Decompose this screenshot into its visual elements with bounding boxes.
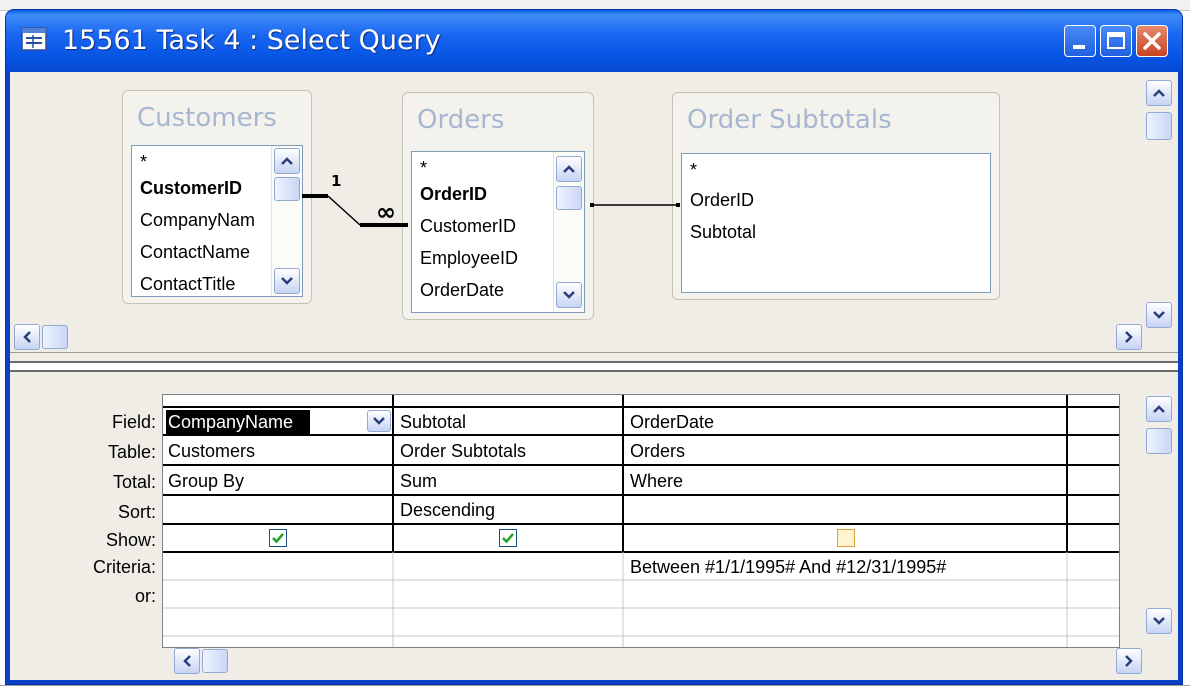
pane-splitter[interactable] — [10, 352, 1178, 377]
grid-cell-sort[interactable] — [163, 496, 391, 524]
chevron-down-icon — [373, 417, 385, 425]
table-box-customers[interactable]: Customers * CustomerID CompanyNam Contac… — [122, 90, 312, 304]
grid-cell-total[interactable]: Sum — [395, 467, 621, 495]
join-lines — [302, 194, 680, 227]
row-label-show: Show: — [105, 530, 156, 550]
scroll-thumb[interactable] — [1146, 112, 1172, 140]
query-design-grid[interactable]: CompanyName Customers Group By Subtotal … — [162, 394, 1120, 648]
scroll-left-button[interactable] — [174, 648, 200, 674]
check-icon — [272, 533, 284, 544]
scroll-up-button[interactable] — [1146, 80, 1172, 106]
scroll-right-button[interactable] — [1116, 324, 1142, 350]
minimize-button[interactable] — [1064, 25, 1096, 57]
scroll-thumb[interactable] — [202, 649, 228, 673]
query-client-area: Customers * CustomerID CompanyNam Contac… — [10, 72, 1178, 680]
design-grid-area: Field: Table: Total: Sort: Show: Criteri… — [10, 376, 1178, 680]
row-label-sort: Sort: — [117, 502, 156, 522]
field-list: * CustomerID CompanyNam ContactName Cont… — [131, 145, 303, 297]
show-checkbox[interactable] — [499, 529, 517, 547]
close-button[interactable] — [1136, 25, 1168, 57]
grid-cell-field[interactable]: CompanyName — [163, 408, 363, 436]
grid-cell-table[interactable]: Order Subtotals — [395, 437, 621, 465]
scroll-right-button[interactable] — [1116, 648, 1142, 674]
table-title: Orders — [417, 105, 505, 135]
grid-cell-sort[interactable]: Descending — [395, 496, 621, 524]
grid-cell-table[interactable]: Orders — [625, 437, 1065, 465]
chevron-down-icon — [563, 291, 575, 299]
grid-cell-criteria[interactable] — [395, 553, 621, 581]
maximize-icon — [1107, 32, 1125, 49]
chevron-down-icon — [1153, 617, 1165, 625]
chevron-down-icon — [281, 277, 293, 285]
scroll-down-button[interactable] — [1146, 302, 1172, 328]
grid-cell-criteria[interactable] — [163, 553, 391, 581]
grid-cell-total[interactable]: Group By — [163, 467, 391, 495]
field-item[interactable]: Subtotal — [682, 216, 990, 248]
row-label-total: Total: — [112, 472, 156, 492]
scroll-thumb[interactable] — [1146, 428, 1172, 454]
grid-cell-criteria[interactable]: Between #1/1/1995# And #12/31/1995# — [625, 553, 1065, 581]
chevron-up-icon — [1153, 89, 1165, 97]
table-design-pane: Customers * CustomerID CompanyNam Contac… — [10, 72, 1178, 352]
scroll-left-button[interactable] — [14, 324, 40, 350]
grid-vertical-scrollbar[interactable] — [1144, 394, 1174, 634]
title-bar[interactable]: 15561 Task 4 : Select Query — [6, 10, 1182, 72]
scroll-thumb[interactable] — [42, 325, 68, 349]
splitter-bar[interactable] — [10, 361, 1178, 372]
grid-cell-sort[interactable] — [625, 496, 1065, 524]
query-icon — [21, 27, 47, 51]
join-point — [590, 203, 594, 207]
vertical-scrollbar[interactable] — [271, 146, 302, 296]
minimize-icon — [1073, 45, 1085, 49]
scroll-down-button[interactable] — [274, 268, 300, 294]
row-label-field: Field: — [111, 412, 156, 432]
field-item[interactable]: OrderID — [682, 184, 990, 216]
chevron-left-icon — [23, 331, 31, 343]
maximize-button[interactable] — [1100, 25, 1132, 57]
chevron-right-icon — [1125, 655, 1133, 667]
chevron-right-icon — [1125, 331, 1133, 343]
grid-cell-total[interactable]: Where — [625, 467, 1065, 495]
grid-cell-field[interactable]: Subtotal — [395, 408, 621, 436]
check-icon — [502, 533, 514, 544]
row-label-criteria: Criteria: — [92, 557, 156, 577]
background-footer — [0, 685, 1190, 699]
close-icon — [1143, 32, 1161, 50]
scroll-thumb[interactable] — [274, 177, 300, 201]
chevron-left-icon — [183, 655, 191, 667]
relationship-one-label: 1 — [331, 172, 342, 190]
row-label-or: or: — [134, 586, 156, 606]
pane-vertical-scrollbar[interactable] — [1144, 80, 1174, 328]
field-item[interactable]: * — [682, 154, 990, 186]
field-list: * OrderID Subtotal — [681, 153, 991, 293]
show-checkbox[interactable] — [269, 529, 287, 547]
grid-cell-field[interactable]: OrderDate — [625, 408, 1065, 436]
query-window: 15561 Task 4 : Select Query Customers * … — [6, 10, 1182, 684]
field-dropdown-button[interactable] — [367, 410, 391, 432]
table-title: Order Subtotals — [687, 105, 892, 135]
row-label-table: Table: — [107, 442, 156, 462]
table-title: Customers — [137, 103, 277, 133]
chevron-up-icon — [1153, 405, 1165, 413]
show-checkbox[interactable] — [837, 529, 855, 547]
pane-horizontal-scrollbar[interactable] — [14, 324, 1142, 350]
grid-cell-table[interactable]: Customers — [163, 437, 391, 465]
grid-horizontal-scrollbar[interactable] — [164, 648, 1142, 674]
scroll-down-button[interactable] — [1146, 608, 1172, 634]
join-line — [327, 195, 361, 226]
chevron-down-icon — [1153, 311, 1165, 319]
scroll-up-button[interactable] — [1146, 396, 1172, 422]
join-point — [676, 203, 680, 207]
relationship-many-label: ∞ — [376, 198, 396, 226]
table-box-order-subtotals[interactable]: Order Subtotals * OrderID Subtotal — [672, 92, 1000, 300]
window-title: 15561 Task 4 : Select Query — [62, 25, 441, 56]
scroll-up-button[interactable] — [274, 148, 300, 174]
scroll-down-button[interactable] — [556, 282, 582, 308]
chevron-up-icon — [281, 157, 293, 165]
